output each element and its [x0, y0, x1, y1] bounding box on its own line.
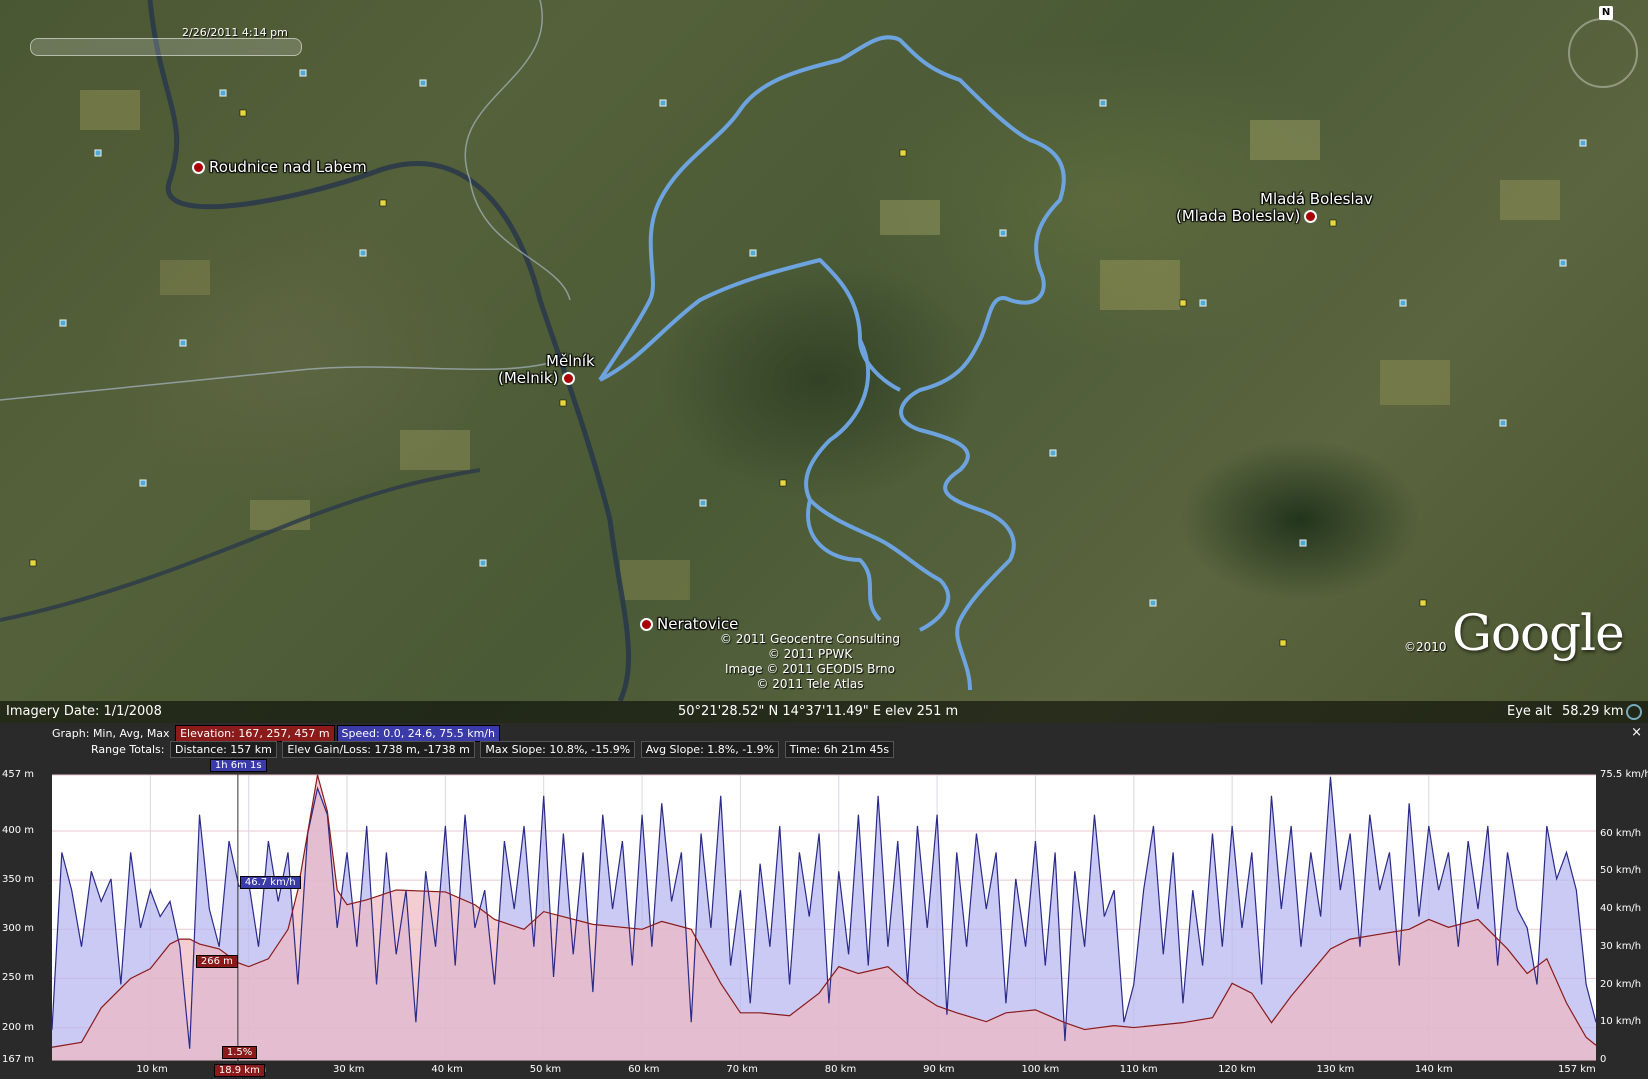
- y2-axis-tick-label: 30 km/h: [1600, 940, 1642, 952]
- x-axis-tick-label: 110 km: [1119, 1064, 1158, 1075]
- cursor-time-label: 1h 6m 1s: [209, 759, 267, 772]
- x-axis-tick-label: 140 km: [1414, 1064, 1453, 1075]
- place-marker-icon: [562, 372, 576, 385]
- elevation-speed-chart[interactable]: [0, 723, 1648, 1079]
- credit-line: © 2011 Tele Atlas: [756, 677, 864, 691]
- x-axis-tick-label: 80 km: [824, 1064, 857, 1075]
- x-axis-tick-label: 50 km: [529, 1064, 562, 1075]
- place-label: Mělník: [546, 352, 595, 370]
- y-axis-tick-label: 200 m: [2, 1021, 35, 1033]
- y2-axis-tick-label: 75.5 km/h: [1600, 769, 1648, 780]
- elevation-profile-panel: Graph: Min, Avg, Max Elevation: 167, 257…: [0, 723, 1648, 1079]
- y2-axis-tick-label: 60 km/h: [1600, 827, 1642, 839]
- x-axis-tick-label: 40 km: [431, 1064, 463, 1075]
- x-axis-tick-label: 157 km: [1558, 1064, 1596, 1075]
- place-marker-icon: [1304, 210, 1318, 223]
- place-label: Mladá Boleslav: [1260, 190, 1373, 208]
- y-axis-tick-label: 400 m: [2, 825, 35, 837]
- y2-axis-tick-label: 40 km/h: [1600, 903, 1642, 914]
- map-credits: © 2011 Geocentre Consulting © 2011 PPWK …: [700, 632, 920, 692]
- place-label: Roudnice nad Labem: [209, 158, 367, 176]
- y-axis-tick-label: 250 m: [2, 972, 35, 984]
- navigation-ring-icon[interactable]: [1568, 18, 1638, 88]
- x-axis-tick-label: 30 km: [333, 1064, 365, 1075]
- y-axis-tick-label: 300 m: [2, 923, 35, 935]
- y2-axis-tick-label: 50 km/h: [1600, 865, 1642, 877]
- cursor-elevation-label: 266 m: [195, 954, 238, 968]
- place-label: (Melnik): [498, 369, 559, 387]
- eye-alt-label: Eye alt: [1507, 704, 1552, 719]
- y2-axis-tick-label: 0: [1600, 1054, 1607, 1065]
- place-marker-icon: [192, 161, 205, 174]
- x-axis-tick-label: 100 km: [1021, 1064, 1060, 1075]
- cursor-speed-label: 46.7 km/h: [239, 875, 301, 889]
- x-axis-tick-label: 120 km: [1218, 1064, 1256, 1075]
- cursor-slope-label: 1.5%: [221, 1046, 258, 1059]
- x-axis-tick-label: 70 km: [726, 1064, 758, 1075]
- y2-axis-tick-label: 10 km/h: [1600, 1016, 1642, 1028]
- y2-axis-tick-label: 20 km/h: [1600, 978, 1642, 990]
- status-bar: Imagery Date: 1/1/2008 50°21'28.52" N 14…: [0, 701, 1648, 723]
- google-logo: Google: [1452, 604, 1625, 662]
- y-axis-tick-label: 350 m: [2, 874, 35, 886]
- y-axis-tick-label: 457 m: [2, 769, 35, 780]
- place-label: Neratovice: [657, 615, 739, 633]
- cursor-distance-label: 18.9 km: [213, 1064, 265, 1077]
- x-axis-tick-label: 10 km: [136, 1064, 168, 1075]
- eye-alt-value: 58.29 km: [1562, 704, 1624, 719]
- place-label: (Mlada Boleslav): [1176, 207, 1301, 225]
- place-melnik[interactable]: Mělník: [546, 352, 595, 370]
- imagery-date: Imagery Date: 1/1/2008: [6, 704, 162, 719]
- place-mlada-boleslav-alt[interactable]: (Mlada Boleslav): [1176, 207, 1321, 225]
- logo-copyright: ©2010: [1404, 640, 1447, 654]
- place-marker-icon: [640, 618, 653, 631]
- x-axis-tick-label: 60 km: [628, 1064, 660, 1075]
- coordinates-readout: 50°21'28.52" N 14°37'11.49" E elev 251 m: [678, 704, 959, 719]
- map-view[interactable]: 2/26/2011 4:14 pm Roudnice nad Labem Měl…: [0, 0, 1648, 723]
- credit-line: © 2011 Geocentre Consulting: [719, 632, 901, 646]
- river-path: [147, 0, 632, 701]
- map-overlay: [0, 0, 1587, 701]
- time-slider-label: 2/26/2011 4:14 pm: [182, 26, 288, 39]
- credit-line: © 2011 PPWK: [767, 647, 853, 661]
- x-axis-tick-label: 130 km: [1316, 1064, 1355, 1075]
- y-axis-tick-label: 167 m: [2, 1054, 35, 1065]
- place-mlada-boleslav[interactable]: Mladá Boleslav: [1260, 190, 1373, 208]
- river-path-west: [0, 468, 481, 622]
- time-slider[interactable]: [30, 38, 302, 56]
- x-axis-tick-label: 90 km: [923, 1064, 955, 1075]
- poi-yellow-markers: [29, 109, 1427, 647]
- eye-icon: [1626, 704, 1642, 720]
- place-roudnice[interactable]: Roudnice nad Labem: [192, 158, 367, 176]
- north-indicator-icon[interactable]: N: [1599, 6, 1613, 20]
- place-melnik-alt[interactable]: (Melnik): [498, 369, 579, 387]
- credit-line: Image © 2011 GEODIS Brno: [724, 662, 895, 676]
- place-neratovice[interactable]: Neratovice: [640, 615, 738, 633]
- region-border: [0, 0, 571, 401]
